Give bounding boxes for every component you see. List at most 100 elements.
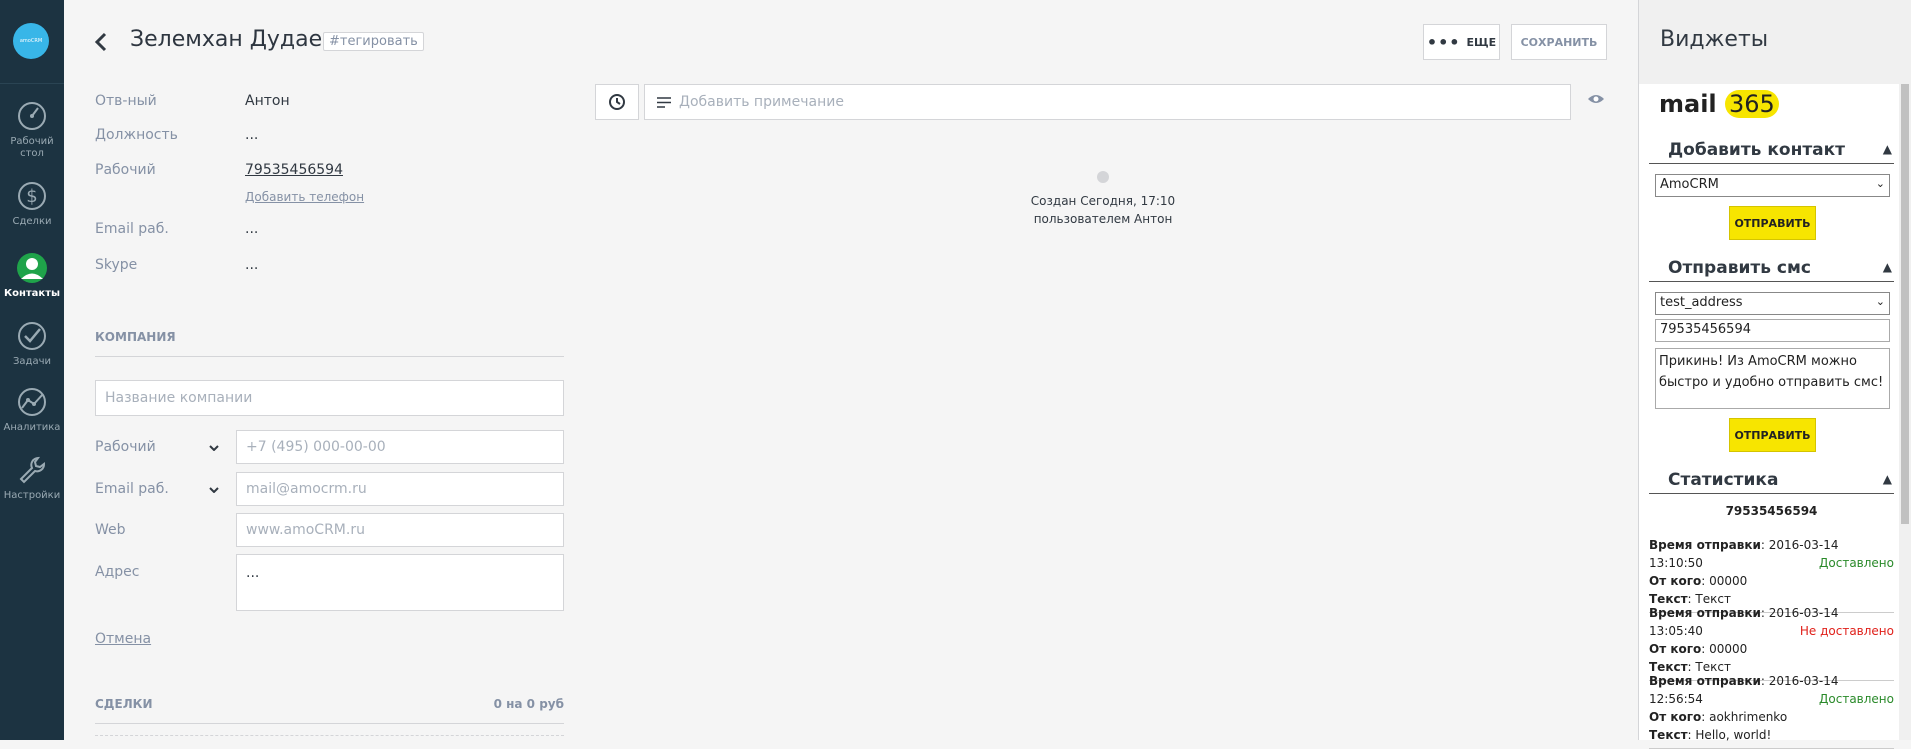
- dashboard-icon: [18, 102, 46, 130]
- created-line-2: пользователем Антон: [1033, 212, 1173, 226]
- nav-item-dashboard[interactable]: Рабочий стол: [0, 100, 64, 160]
- dots-icon: •••: [1426, 32, 1461, 52]
- deals-heading: СДЕЛКИ: [95, 697, 153, 711]
- scrollbar-thumb[interactable]: [1901, 84, 1909, 524]
- deals-divider: [95, 723, 564, 724]
- widgets-header: Виджеты: [1639, 0, 1911, 84]
- nav-item-label: Задачи: [13, 356, 51, 367]
- stat-from-label: От кого: [1649, 642, 1702, 656]
- company-web-label: Web: [95, 522, 126, 538]
- sms-sender-select[interactable]: test_address ⌄: [1655, 292, 1890, 315]
- nav-divider: [0, 83, 64, 84]
- task-clock-button[interactable]: [595, 84, 639, 120]
- field-label-responsible: Отв-ный: [95, 93, 157, 109]
- stat-status: Не доставлено: [1799, 624, 1894, 638]
- add-contact-send-button[interactable]: ОТПРАВИТЬ: [1729, 206, 1816, 240]
- nav-item-deals[interactable]: $ Сделки: [0, 180, 64, 228]
- field-value-responsible[interactable]: Антон: [245, 93, 290, 109]
- company-heading: КОМПАНИЯ: [95, 330, 176, 344]
- chevron-down-icon[interactable]: [209, 487, 219, 493]
- crm-select-value: AmoCRM: [1660, 177, 1719, 192]
- sms-message-textarea[interactable]: Прикинь! Из AmoCRM можно быстро и удобно…: [1655, 348, 1890, 409]
- nav-item-analytics[interactable]: Аналитика: [0, 386, 64, 434]
- company-address-input[interactable]: ...: [236, 554, 564, 611]
- analytics-icon: [18, 388, 46, 416]
- clock-icon: [609, 94, 625, 110]
- stat-from-label: От кого: [1649, 710, 1702, 724]
- nav-item-label: Контакты: [3, 288, 61, 299]
- company-name-input[interactable]: Название компании: [95, 380, 564, 416]
- wrench-icon: [19, 456, 45, 484]
- widgets-panel: Виджеты mail 365 Добавить контакт ▲ AmoC…: [1638, 0, 1911, 749]
- amocrm-logo[interactable]: amoCRM: [13, 23, 49, 59]
- nav-item-label: Сделки: [12, 216, 52, 227]
- chevron-down-icon: ⌄: [1875, 295, 1885, 308]
- stats-phone-number: 79535456594: [1725, 504, 1818, 518]
- company-phone-label[interactable]: Рабочий: [95, 439, 156, 455]
- svg-text:$: $: [26, 186, 37, 207]
- nav-item-contacts[interactable]: Контакты: [0, 252, 64, 300]
- save-button[interactable]: СОХРАНИТЬ: [1511, 24, 1607, 60]
- field-value-email[interactable]: ...: [245, 221, 258, 237]
- note-lines-icon: [657, 97, 671, 108]
- contact-icon: [17, 253, 47, 283]
- add-note-input[interactable]: Добавить примечание: [644, 84, 1571, 120]
- eye-icon[interactable]: [1587, 93, 1605, 105]
- stats-title: Статистика: [1668, 470, 1779, 490]
- collapse-triangle-icon[interactable]: ▲: [1883, 260, 1892, 274]
- deals-dashed-divider: [95, 735, 564, 736]
- timeline-dot: [1097, 171, 1109, 183]
- field-label-position: Должность: [95, 127, 178, 143]
- created-info: Создан Сегодня, 17:10 пользователем Анто…: [1003, 192, 1203, 228]
- field-value-position[interactable]: ...: [245, 127, 258, 143]
- nav-item-tasks[interactable]: Задачи: [0, 320, 64, 368]
- add-phone-link[interactable]: Добавить телефон: [245, 190, 364, 204]
- created-line-1: Создан Сегодня, 17:10: [1030, 194, 1176, 208]
- sms-phone-input[interactable]: 79535456594: [1655, 319, 1890, 342]
- stats-section-header[interactable]: Статистика ▲: [1649, 470, 1894, 494]
- stat-status: Доставлено: [1819, 556, 1894, 570]
- field-value-skype[interactable]: ...: [245, 257, 258, 273]
- nav-item-settings[interactable]: Настройки: [0, 454, 64, 502]
- check-icon: [18, 322, 46, 350]
- crm-select[interactable]: AmoCRM ⌄: [1655, 174, 1890, 197]
- stat-from: 00000: [1709, 574, 1748, 588]
- company-divider: [95, 356, 564, 357]
- stat-time-label: Время отправки: [1649, 538, 1761, 552]
- contact-name[interactable]: Зелемхан Дудаев: [130, 27, 335, 52]
- tag-button[interactable]: #тегировать: [323, 32, 424, 51]
- widgets-scrollbar[interactable]: [1899, 0, 1911, 740]
- logo-word: mail: [1659, 90, 1717, 118]
- back-arrow-icon[interactable]: [93, 30, 109, 54]
- stat-entry: Время отправки: 2016-03-14 12:56:54 От к…: [1649, 672, 1894, 749]
- company-phone-input[interactable]: +7 (495) 000-00-00: [236, 430, 564, 464]
- field-label-email: Email раб.: [95, 221, 169, 237]
- cancel-link[interactable]: Отмена: [95, 631, 151, 647]
- collapse-triangle-icon[interactable]: ▲: [1883, 142, 1892, 156]
- chevron-down-icon[interactable]: [209, 445, 219, 451]
- company-web-input[interactable]: www.amoCRM.ru: [236, 513, 564, 547]
- add-contact-title: Добавить контакт: [1668, 140, 1846, 160]
- send-sms-section-header[interactable]: Отправить смс ▲: [1649, 258, 1894, 282]
- stat-from: aokhrimenko: [1709, 710, 1788, 724]
- stat-time-label: Время отправки: [1649, 674, 1761, 688]
- collapse-triangle-icon[interactable]: ▲: [1883, 472, 1892, 486]
- stat-from: 00000: [1709, 642, 1748, 656]
- mail365-logo: mail 365: [1659, 90, 1779, 118]
- stat-time-label: Время отправки: [1649, 606, 1761, 620]
- stat-status: Доставлено: [1819, 692, 1894, 706]
- widgets-title: Виджеты: [1660, 27, 1769, 52]
- company-email-input[interactable]: mail@amocrm.ru: [236, 472, 564, 506]
- company-email-label[interactable]: Email раб.: [95, 481, 169, 497]
- more-button[interactable]: ••• ЕЩЕ: [1423, 24, 1500, 60]
- stat-from-label: От кого: [1649, 574, 1702, 588]
- send-sms-button[interactable]: ОТПРАВИТЬ: [1729, 418, 1816, 452]
- field-value-work-phone[interactable]: 79535456594: [245, 162, 343, 178]
- add-contact-section-header[interactable]: Добавить контакт ▲: [1649, 140, 1894, 164]
- logo-number: 365: [1725, 90, 1779, 118]
- field-label-skype: Skype: [95, 257, 138, 273]
- send-sms-title: Отправить смс: [1668, 258, 1811, 278]
- stat-entry: Время отправки: 2016-03-14 13:10:50 От к…: [1649, 536, 1894, 613]
- deals-summary: 0 на 0 руб: [493, 697, 564, 711]
- more-label: ЕЩЕ: [1466, 35, 1497, 49]
